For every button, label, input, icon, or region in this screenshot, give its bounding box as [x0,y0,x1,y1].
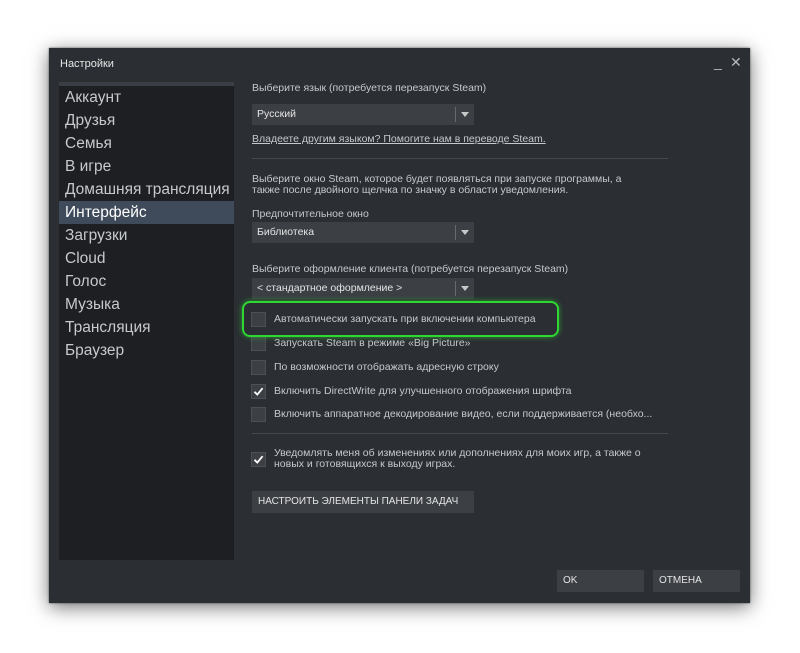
sidebar-item-downloads[interactable]: Загрузки [59,224,234,247]
checkmark-icon [253,455,264,464]
big-picture-label[interactable]: Запускать Steam в режиме «Big Picture» [274,337,471,349]
dialog-footer: OK ОТМЕНА [49,560,750,603]
directwrite-checkbox[interactable] [251,384,266,399]
sidebar-item-friends[interactable]: Друзья [59,109,234,132]
settings-sidebar: Аккаунт Друзья Семья В игре Домашняя тра… [59,82,234,560]
notify-label[interactable]: Уведомлять меня об изменениях или дополн… [274,448,654,470]
skin-label: Выберите оформление клиента (потребуется… [252,263,569,275]
cancel-button[interactable]: ОТМЕНА [653,570,740,592]
preferred-window-select[interactable]: Библиотека [252,222,474,243]
translate-link[interactable]: Владеете другим языком? Помогите нам в п… [252,133,546,145]
settings-window: Настройки _ ✕ Аккаунт Друзья Семья В игр… [49,48,750,603]
chevron-down-icon [461,286,469,291]
taskbar-settings-button[interactable]: НАСТРОИТЬ ЭЛЕМЕНТЫ ПАНЕЛИ ЗАДАЧ [252,491,474,513]
sidebar-item-account[interactable]: Аккаунт [59,86,234,109]
language-label: Выберите язык (потребуется перезапуск St… [252,82,487,94]
skin-select[interactable]: < стандартное оформление > [252,278,474,299]
sidebar-item-home-streaming[interactable]: Домашняя трансляция [59,178,234,201]
preferred-window-label: Предпочтительное окно [252,208,369,220]
sidebar-item-in-game[interactable]: В игре [59,155,234,178]
sidebar-item-interface[interactable]: Интерфейс [59,201,234,224]
sidebar-item-music[interactable]: Музыка [59,293,234,316]
window-title: Настройки [60,58,114,70]
checkmark-icon [253,387,264,396]
minimize-icon[interactable]: _ [714,54,722,70]
chevron-down-icon [461,112,469,117]
sidebar-item-cloud[interactable]: Cloud [59,247,234,270]
big-picture-checkbox[interactable] [251,336,266,351]
hw-decoding-checkbox[interactable] [251,407,266,422]
highlight-frame [242,301,559,337]
directwrite-label[interactable]: Включить DirectWrite для улучшенного ото… [274,385,571,397]
hw-decoding-label[interactable]: Включить аппаратное декодирование видео,… [274,408,652,420]
address-bar-checkbox[interactable] [251,360,266,375]
close-icon[interactable]: ✕ [730,54,742,70]
divider [252,158,668,159]
title-bar[interactable]: Настройки _ ✕ [49,48,750,78]
sidebar-item-family[interactable]: Семья [59,132,234,155]
startup-window-desc-2: также после двойного щелчка по значку в … [252,184,569,196]
language-select[interactable]: Русский [252,104,474,125]
divider [252,433,668,434]
sidebar-item-voice[interactable]: Голос [59,270,234,293]
notify-checkbox[interactable] [251,452,266,467]
sidebar-item-broadcasting[interactable]: Трансляция [59,316,234,339]
sidebar-item-browser[interactable]: Браузер [59,339,234,362]
address-bar-label[interactable]: По возможности отображать адресную строк… [274,361,499,373]
ok-button[interactable]: OK [557,570,644,592]
chevron-down-icon [461,230,469,235]
